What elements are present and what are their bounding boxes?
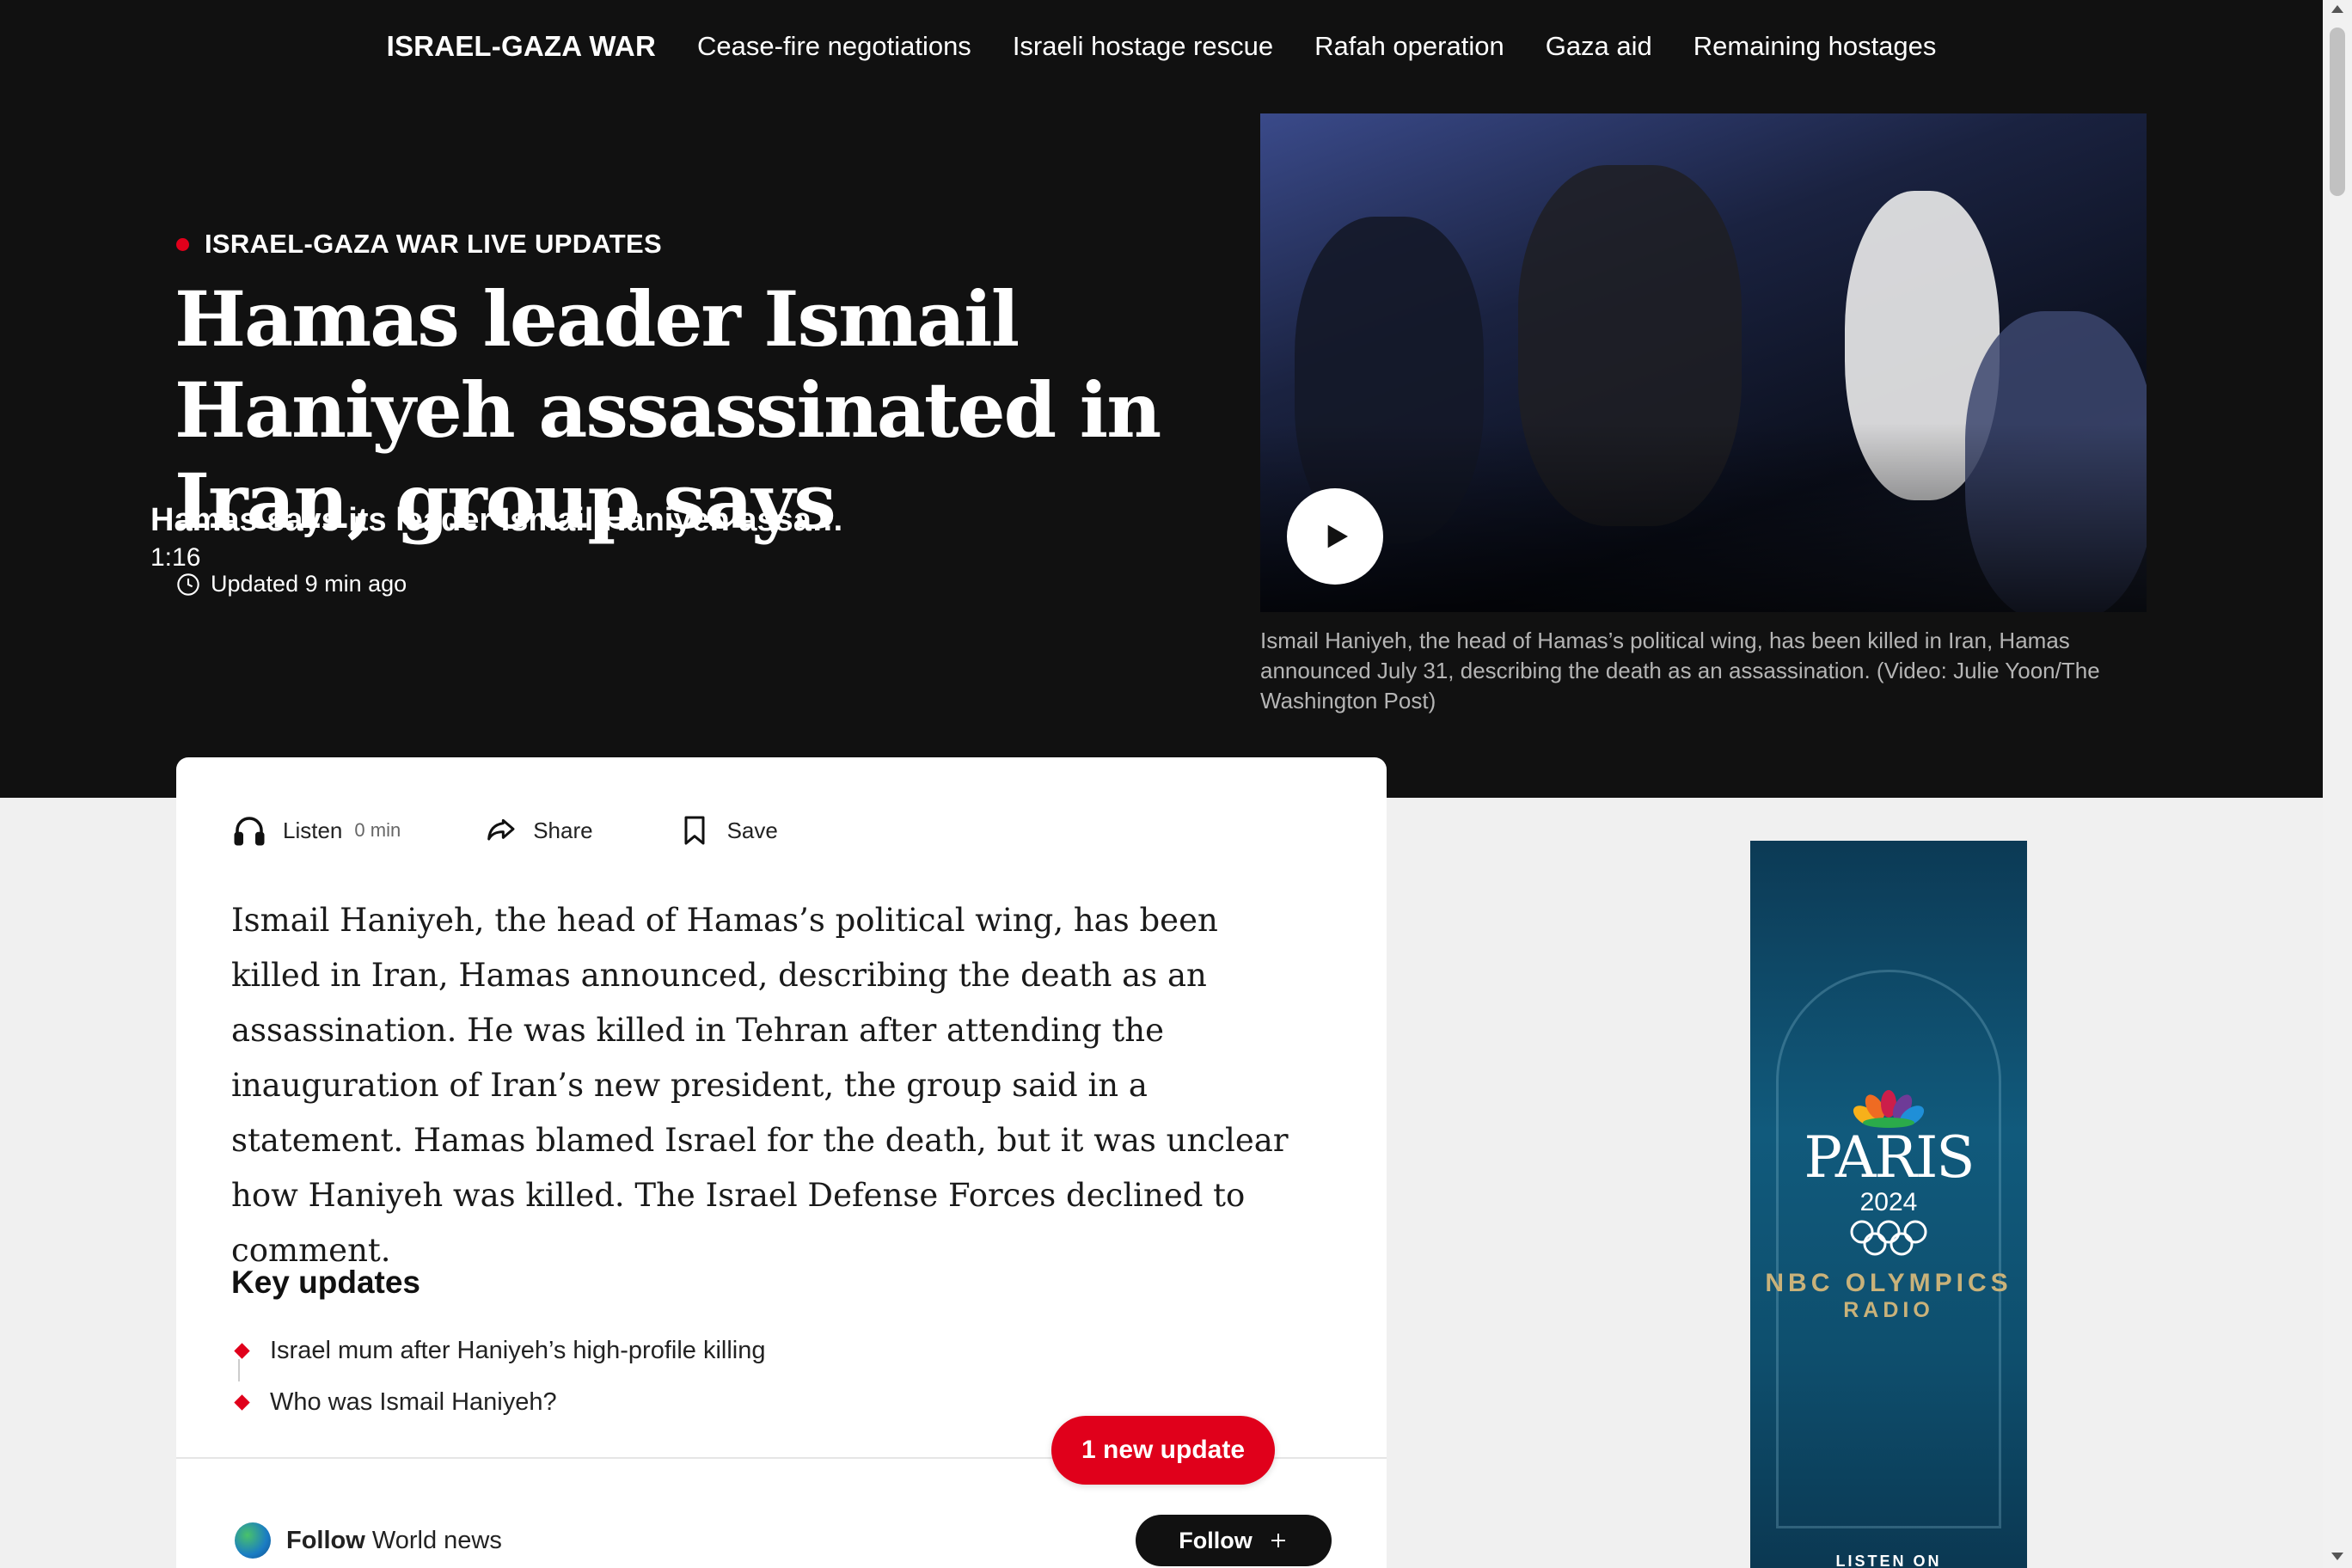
- scroll-down-arrow-icon[interactable]: [2331, 1553, 2343, 1560]
- scroll-up-arrow-icon[interactable]: [2331, 5, 2343, 13]
- follow-button[interactable]: Follow: [1136, 1515, 1332, 1566]
- share-label: Share: [533, 817, 593, 843]
- video-title[interactable]: Hamas says its leader Ismail Haniyeh ass…: [150, 502, 855, 539]
- nav-link-rafah[interactable]: Rafah operation: [1314, 31, 1504, 62]
- share-button[interactable]: Share: [483, 813, 593, 848]
- olympic-rings-icon: [1850, 1220, 1927, 1256]
- listen-button[interactable]: Listen 0 min: [231, 812, 401, 848]
- nbc-peacock-icon: [1853, 1090, 1925, 1128]
- nav-link-gaza-aid[interactable]: Gaza aid: [1546, 31, 1652, 62]
- hero-section: ISRAEL-GAZA WAR Cease-fire negotiations …: [0, 0, 2323, 798]
- save-button[interactable]: Save: [677, 813, 778, 848]
- globe-icon: [235, 1522, 271, 1559]
- key-update-item[interactable]: Israel mum after Haniyeh’s high-profile …: [231, 1325, 766, 1376]
- live-dot-icon: [176, 237, 189, 251]
- nav-link-hostage-rescue[interactable]: Israeli hostage rescue: [1013, 31, 1273, 62]
- save-label: Save: [726, 817, 778, 843]
- video-gradient-overlay: [1260, 423, 2147, 612]
- article-kicker[interactable]: ISRAEL-GAZA WAR LIVE UPDATES: [176, 229, 662, 260]
- follow-topic: Follow World news: [235, 1522, 502, 1559]
- article-actions: Listen 0 min Share Save: [231, 812, 778, 848]
- article-body: Ismail Haniyeh, the head of Hamas’s poli…: [231, 902, 1289, 1269]
- nav-brand-link[interactable]: ISRAEL-GAZA WAR: [387, 30, 656, 63]
- advertisement[interactable]: PARIS 2024 NBC OLYMPICS RADIO LISTEN ON: [1750, 841, 2027, 1568]
- video-player[interactable]: [1260, 113, 2147, 612]
- diamond-bullet-icon: [234, 1393, 250, 1411]
- follow-topic-label: World news: [371, 1526, 502, 1554]
- scrollbar-thumb[interactable]: [2330, 28, 2345, 196]
- clock-icon: [177, 573, 199, 596]
- follow-button-label: Follow: [1179, 1527, 1253, 1553]
- key-update-label: Israel mum after Haniyeh’s high-profile …: [270, 1336, 766, 1364]
- diamond-bullet-icon: [234, 1342, 250, 1359]
- updated-timestamp: Updated 9 min ago: [176, 571, 407, 597]
- new-update-button[interactable]: 1 new update: [1051, 1416, 1275, 1485]
- nav-link-cease-fire[interactable]: Cease-fire negotiations: [697, 31, 971, 62]
- article-card: Listen 0 min Share Save Ismail Haniyeh, …: [176, 757, 1387, 1568]
- play-icon: [1327, 524, 1348, 548]
- ad-brand: NBC OLYMPICS: [1765, 1269, 2012, 1297]
- scrollbar[interactable]: [2323, 0, 2352, 1568]
- share-icon: [487, 818, 515, 841]
- video-caption: Ismail Haniyeh, the head of Hamas’s poli…: [1260, 628, 2100, 714]
- ad-year: 2024: [1859, 1188, 1918, 1216]
- updated-label: Updated 9 min ago: [211, 571, 407, 597]
- headphones-icon: [234, 817, 265, 846]
- ad-footer: LISTEN ON: [1835, 1553, 1942, 1568]
- listen-duration: 0 min: [354, 819, 401, 841]
- key-updates-list: Israel mum after Haniyeh’s high-profile …: [231, 1325, 766, 1428]
- listen-label: Listen: [283, 817, 343, 843]
- video-duration: 1:16: [150, 543, 201, 572]
- ad-subbrand: RADIO: [1843, 1298, 1934, 1322]
- play-button[interactable]: [1287, 488, 1383, 585]
- kicker-label: ISRAEL-GAZA WAR LIVE UPDATES: [205, 229, 662, 259]
- key-update-label: Who was Ismail Haniyeh?: [270, 1387, 557, 1416]
- plus-icon: [1271, 1534, 1285, 1547]
- follow-prefix: Follow: [286, 1526, 365, 1554]
- key-update-item[interactable]: Who was Ismail Haniyeh?: [231, 1376, 766, 1428]
- nav-link-remaining-hostages[interactable]: Remaining hostages: [1694, 31, 1937, 62]
- bookmark-icon: [684, 816, 705, 845]
- key-updates-title: Key updates: [231, 1265, 421, 1300]
- top-navigation: ISRAEL-GAZA WAR Cease-fire negotiations …: [0, 0, 2323, 93]
- ad-city: PARIS: [1804, 1124, 1975, 1191]
